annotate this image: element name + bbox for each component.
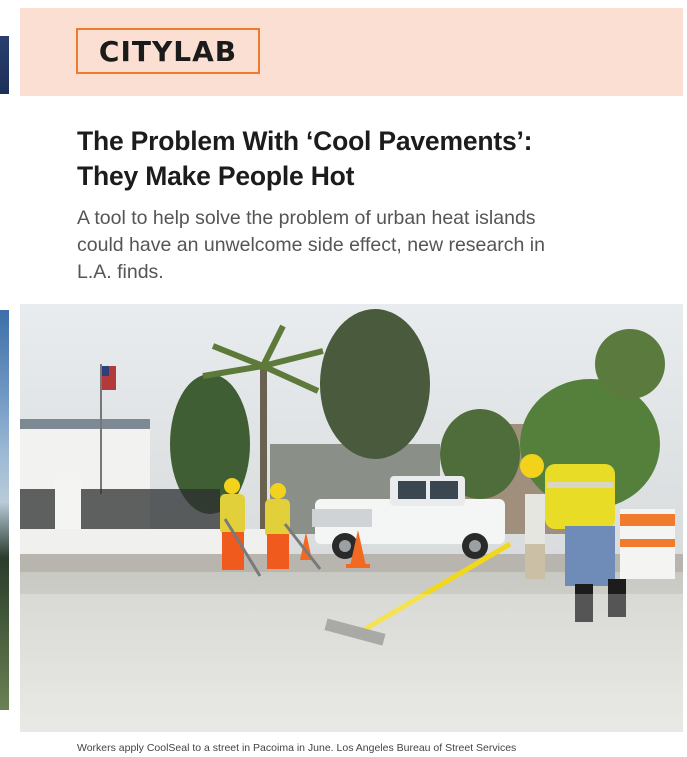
headline-line: They Make People Hot (77, 161, 355, 191)
article-dek: A tool to help solve the problem of urba… (77, 205, 637, 286)
dek-line: could have an unwelcome side effect, new… (77, 234, 545, 256)
article-headline[interactable]: The Problem With ‘Cool Pavements’: They … (77, 124, 637, 194)
citylab-logo[interactable]: CITYLAB (76, 28, 260, 74)
article-photo (20, 304, 683, 732)
photo-caption: Workers apply CoolSeal to a street in Pa… (77, 742, 517, 754)
article-page: CITYLAB The Problem With ‘Cool Pavements… (0, 0, 687, 757)
dek-line: A tool to help solve the problem of urba… (77, 207, 536, 229)
dek-line: L.A. finds. (77, 261, 164, 283)
adjacent-image-fragment (0, 36, 9, 94)
street-workers-photo (20, 304, 683, 732)
adjacent-image-fragment (0, 310, 9, 710)
masthead: CITYLAB (20, 8, 683, 96)
headline-line: The Problem With ‘Cool Pavements’: (77, 126, 533, 156)
